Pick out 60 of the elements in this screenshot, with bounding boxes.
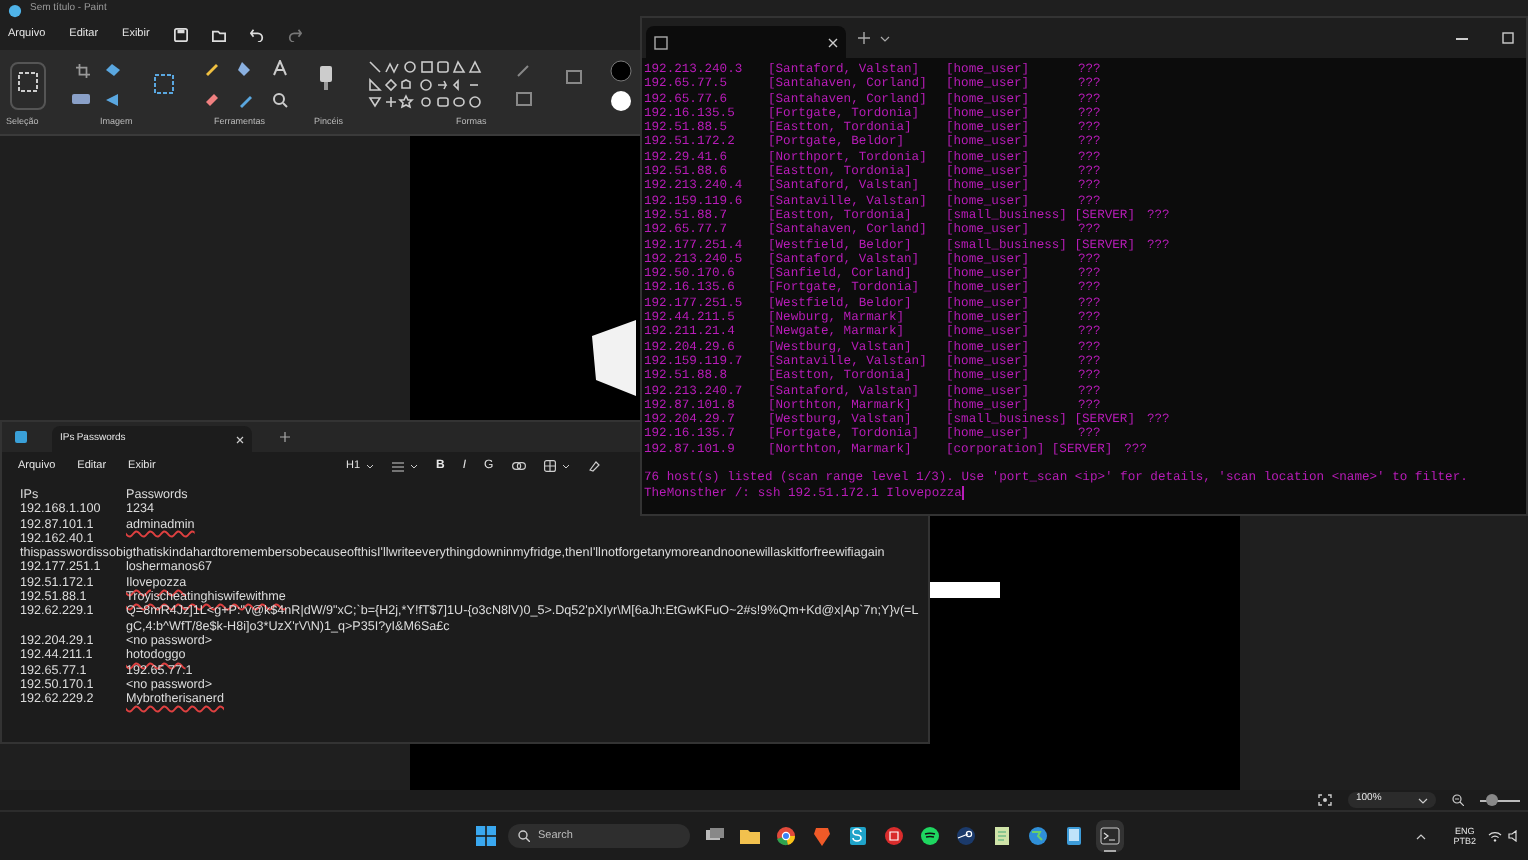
clear-formatting-icon[interactable] (587, 460, 600, 472)
slider-thumb[interactable] (1485, 794, 1498, 806)
fill-icon[interactable] (238, 60, 254, 76)
taskview-icon[interactable] (704, 826, 724, 846)
new-tab-icon[interactable] (858, 32, 870, 44)
caret-icon (1418, 797, 1428, 803)
wifi-icon[interactable] (1488, 831, 1502, 841)
paint-logo-icon (8, 3, 22, 17)
image-select-icon[interactable] (154, 74, 174, 94)
search-icon (518, 830, 530, 842)
notepad-icon[interactable] (992, 826, 1012, 846)
layers-icon[interactable] (566, 70, 582, 84)
fill-style-icon[interactable] (516, 92, 532, 106)
selection-icon (18, 72, 38, 92)
browser-icon[interactable] (776, 826, 796, 846)
tablet-icon[interactable] (1064, 826, 1084, 846)
brush-icon[interactable] (318, 66, 334, 90)
rotate-icon[interactable] (104, 62, 122, 78)
eraser-icon[interactable] (204, 92, 220, 108)
grid-app-icon[interactable] (884, 826, 904, 846)
magnifier-icon[interactable] (272, 92, 288, 108)
select-button[interactable] (10, 62, 46, 110)
start-icon[interactable] (476, 826, 496, 846)
terminal-icon (654, 35, 668, 49)
terminal-tab[interactable] (646, 26, 846, 58)
maximize-icon[interactable] (1502, 32, 1514, 44)
secondary-color-swatch[interactable] (610, 90, 632, 112)
chevron-up-icon[interactable] (1415, 833, 1426, 839)
close-icon[interactable] (236, 435, 244, 443)
undo-icon[interactable] (249, 28, 264, 42)
pencil-icon[interactable] (204, 60, 220, 76)
dropdown-caret-icon[interactable] (880, 35, 890, 41)
close-icon[interactable] (828, 37, 838, 47)
globe-icon[interactable] (1028, 826, 1048, 846)
primary-color-swatch[interactable] (610, 60, 632, 82)
crop-icon[interactable] (76, 64, 90, 78)
new-tab-icon[interactable] (280, 432, 290, 442)
zoom-slider[interactable] (1480, 794, 1520, 806)
zoom-out-icon[interactable] (1452, 794, 1464, 806)
flip-icon[interactable] (104, 92, 122, 108)
folder-icon[interactable] (740, 826, 760, 846)
active-indicator (1104, 850, 1116, 852)
text-tool-icon[interactable] (272, 60, 288, 76)
resize-icon[interactable] (72, 92, 90, 106)
speaker-icon[interactable] (1508, 830, 1520, 842)
fit-screen-icon[interactable] (1318, 794, 1332, 806)
s-app-icon[interactable] (848, 826, 868, 846)
text-cursor (961, 485, 964, 500)
outline-icon[interactable] (516, 64, 532, 78)
notepad-icon (14, 430, 28, 444)
drawn-shape (592, 320, 636, 396)
drawn-bar (930, 582, 1000, 598)
terminal-icon[interactable] (1100, 826, 1120, 846)
folder-icon[interactable] (211, 28, 226, 42)
picker-icon[interactable] (238, 92, 254, 108)
save-icon[interactable] (173, 28, 188, 42)
link-icon[interactable] (511, 462, 526, 470)
redo-icon[interactable] (287, 28, 302, 42)
music-icon[interactable] (920, 826, 940, 846)
minimize-icon[interactable] (1456, 37, 1468, 39)
